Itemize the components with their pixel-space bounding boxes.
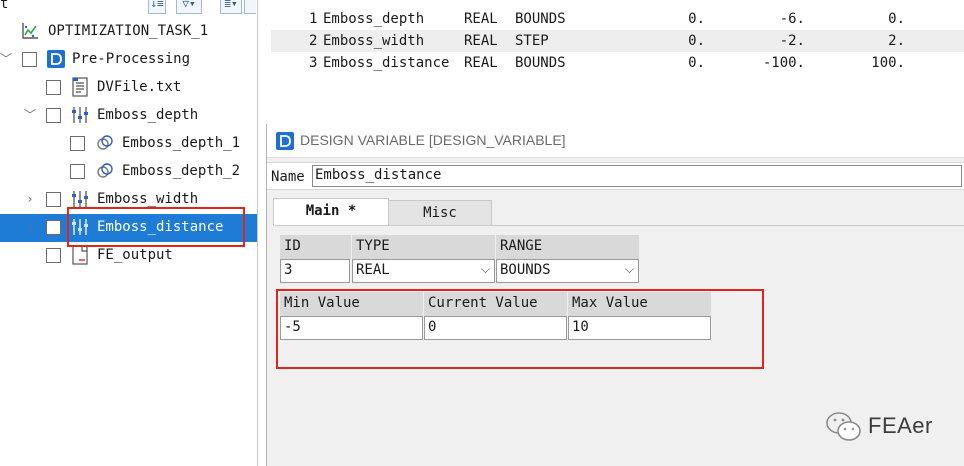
row-name: Emboss_distance xyxy=(323,55,450,71)
row-name: Emboss_width xyxy=(323,33,425,49)
chevron-down-icon[interactable]: ﹀ xyxy=(0,52,12,66)
type-header: TYPE xyxy=(352,235,496,259)
design-variable-icon xyxy=(72,191,88,207)
row-name: Emboss_depth xyxy=(323,11,425,27)
row-range: BOUNDS xyxy=(515,55,566,71)
optimization-chart-icon xyxy=(22,23,38,39)
link-icon xyxy=(97,135,113,150)
checkbox[interactable] xyxy=(46,108,61,123)
output-file-icon xyxy=(72,245,88,265)
checkbox[interactable] xyxy=(70,164,85,179)
tree-item-label: Emboss_width xyxy=(97,191,199,207)
tree-item-pre-processing[interactable]: ﹀ Pre-Processing xyxy=(0,46,257,74)
tree-item-emboss-depth-2[interactable]: Emboss_depth_2 xyxy=(0,158,257,186)
checkbox[interactable] xyxy=(46,80,61,95)
chevron-down-icon[interactable]: ⌵ xyxy=(481,262,490,277)
filter-icon[interactable]: ▽▾ xyxy=(176,0,202,14)
type-select[interactable]: REAL ⌵ xyxy=(352,259,495,283)
more-icon[interactable] xyxy=(244,0,256,14)
chevron-down-icon[interactable]: ⌵ xyxy=(625,262,634,277)
row-type: REAL xyxy=(464,11,498,27)
row-index: 1 xyxy=(309,11,318,27)
chevron-right-icon[interactable]: › xyxy=(24,220,36,234)
chevron-right-icon[interactable]: › xyxy=(24,192,36,206)
row-min: 0. xyxy=(688,11,705,27)
tree-item-label: FE_output xyxy=(97,247,173,263)
tree-item-dvfile[interactable]: DVFile.txt xyxy=(0,74,257,102)
row-index: 2 xyxy=(309,33,318,49)
model-tree-panel: t ↓≡ ▽▾ ≣▾ OPTIMIZATION_TASK_1 ﹀ Pre-Pro… xyxy=(0,0,258,466)
row-type: REAL xyxy=(464,33,498,49)
checkbox[interactable] xyxy=(46,192,61,207)
tree-toolbar: t ↓≡ ▽▾ ≣▾ xyxy=(0,0,258,16)
toolbar-label: t xyxy=(0,0,9,12)
highlight-frame-values xyxy=(276,289,764,369)
design-variable-icon xyxy=(72,107,88,123)
wechat-logo-icon xyxy=(826,412,861,441)
row-type: REAL xyxy=(464,55,498,71)
dialog-title: DESIGN VARIABLE [DESIGN_VARIABLE] xyxy=(300,132,566,148)
list-options-icon[interactable]: ≣▾ xyxy=(220,0,242,14)
id-field[interactable]: 3 xyxy=(280,259,350,283)
row-range: BOUNDS xyxy=(515,11,566,27)
tab-misc[interactable]: Misc xyxy=(388,200,492,226)
design-block-icon xyxy=(47,50,65,68)
design-block-icon xyxy=(276,132,294,150)
type-select-value: REAL xyxy=(356,262,390,278)
tree-item-emboss-depth-1[interactable]: Emboss_depth_1 xyxy=(0,130,257,158)
row-min: 0. xyxy=(688,55,705,71)
row-current: -100. xyxy=(762,55,805,71)
table-row[interactable]: 1 Emboss_depth REAL BOUNDS 0. -6. 0. xyxy=(271,8,964,30)
checkbox[interactable] xyxy=(46,220,61,235)
watermark-text: FEAer xyxy=(868,413,933,438)
checkbox[interactable] xyxy=(70,136,85,151)
tree-item-label: Emboss_depth xyxy=(97,107,199,123)
tab-main[interactable]: Main * xyxy=(273,198,389,226)
range-header: RANGE xyxy=(496,235,640,259)
table-row[interactable]: 2 Emboss_width REAL STEP 0. -2. 2. xyxy=(271,30,964,52)
row-current: -6. xyxy=(779,11,805,27)
id-header: ID xyxy=(280,235,352,259)
row-range: STEP xyxy=(515,33,549,49)
checkbox[interactable] xyxy=(22,52,37,67)
highlight-frame-tree xyxy=(67,207,245,247)
name-label: Name xyxy=(271,169,305,185)
sort-icon[interactable]: ↓≡ xyxy=(148,0,166,14)
link-icon xyxy=(97,163,113,178)
tree-root-label: OPTIMIZATION_TASK_1 xyxy=(48,23,209,39)
row-min: 0. xyxy=(688,33,705,49)
table-row[interactable]: 3 Emboss_distance REAL BOUNDS 0. -100. 1… xyxy=(271,52,964,74)
name-row: Name Emboss_distance xyxy=(267,162,964,190)
variable-table: 1 Emboss_depth REAL BOUNDS 0. -6. 0. 2 E… xyxy=(271,0,964,120)
row-max: 0. xyxy=(888,11,905,27)
range-select[interactable]: BOUNDS ⌵ xyxy=(496,259,639,283)
chevron-down-icon[interactable]: ﹀ xyxy=(24,108,36,122)
row-max: 100. xyxy=(871,55,905,71)
row-max: 2. xyxy=(888,33,905,49)
tree-root-row[interactable]: OPTIMIZATION_TASK_1 xyxy=(0,18,257,46)
watermark: FEAer xyxy=(822,408,942,448)
dialog-titlebar: DESIGN VARIABLE [DESIGN_VARIABLE] xyxy=(267,124,964,158)
tree-item-label: Emboss_depth_1 xyxy=(122,135,241,151)
row-index: 3 xyxy=(309,55,318,71)
checkbox[interactable] xyxy=(46,248,61,263)
name-field[interactable]: Emboss_distance xyxy=(312,165,962,187)
tree-item-label: Emboss_depth_2 xyxy=(122,163,241,179)
tree-item-label: Pre-Processing xyxy=(72,51,191,67)
text-file-icon xyxy=(72,77,88,97)
tree-item-label: DVFile.txt xyxy=(97,79,182,95)
tree-item-emboss-depth[interactable]: ﹀ Emboss_depth xyxy=(0,102,257,130)
row-current: -2. xyxy=(779,33,805,49)
range-select-value: BOUNDS xyxy=(500,262,551,278)
